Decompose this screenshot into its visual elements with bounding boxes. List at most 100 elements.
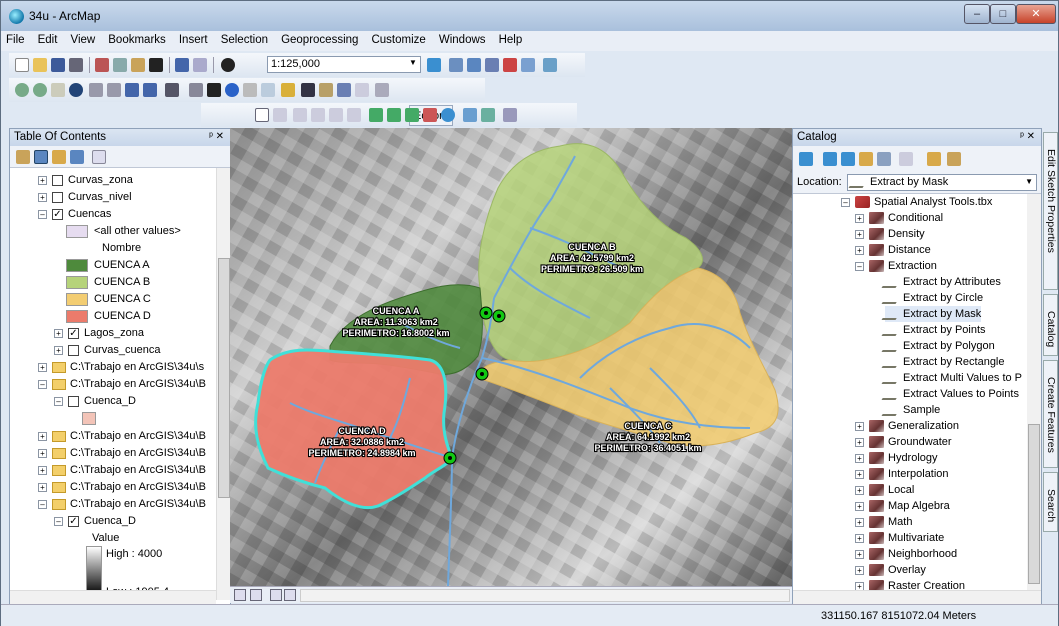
collapse-icon[interactable]: – bbox=[38, 209, 47, 219]
tree-item-multivariate[interactable]: + Multivariate bbox=[855, 530, 944, 546]
expand-icon[interactable]: + bbox=[855, 437, 864, 447]
tab-create-features[interactable]: Create Features bbox=[1043, 360, 1058, 468]
menu-help[interactable]: Help bbox=[494, 31, 528, 46]
expand-icon[interactable]: + bbox=[855, 581, 864, 590]
rotate-icon[interactable] bbox=[441, 108, 455, 122]
copy-icon[interactable] bbox=[113, 58, 127, 72]
expand-icon[interactable]: + bbox=[855, 229, 864, 239]
tree-item-extract-by-circle[interactable]: Extract by Circle bbox=[881, 290, 983, 306]
back-icon[interactable] bbox=[799, 152, 813, 166]
fixed-zoom-in-icon[interactable] bbox=[89, 83, 103, 97]
layer-lagos-zona[interactable]: + ✓ Lagos_zona bbox=[54, 325, 144, 341]
delete-icon[interactable] bbox=[149, 58, 163, 72]
visibility-checkbox[interactable] bbox=[68, 395, 79, 407]
expand-icon[interactable]: + bbox=[38, 448, 47, 458]
list-by-drawing-order-icon[interactable] bbox=[16, 150, 30, 164]
expand-icon[interactable]: + bbox=[855, 453, 864, 463]
list-by-selection-icon[interactable] bbox=[70, 150, 84, 164]
layer-cuencas[interactable]: – ✓ Cuencas bbox=[38, 206, 111, 222]
find-route-icon[interactable] bbox=[319, 83, 333, 97]
edit-annotation-icon[interactable] bbox=[273, 108, 287, 122]
tree-item-spatial-analyst-tools[interactable]: – Spatial Analyst Tools.tbx bbox=[841, 194, 992, 210]
source-folder[interactable]: + C:\Trabajo en ArcGIS\34u\s bbox=[38, 359, 204, 375]
source-folder[interactable]: + C:\Trabajo en ArcGIS\34u\B bbox=[38, 479, 206, 495]
arctoolbox-icon[interactable] bbox=[503, 58, 517, 72]
html-popup-icon[interactable] bbox=[261, 83, 275, 97]
menu-file[interactable]: File bbox=[1, 31, 30, 46]
search-window-icon[interactable] bbox=[485, 58, 499, 72]
collapse-icon[interactable]: – bbox=[38, 379, 47, 389]
layer-cuenca-d[interactable]: – Cuenca_D bbox=[54, 393, 136, 409]
visibility-checkbox[interactable]: ✓ bbox=[68, 515, 79, 527]
back-extent-icon[interactable] bbox=[125, 83, 139, 97]
endpoint-arc-icon[interactable] bbox=[311, 108, 325, 122]
tree-item-conditional[interactable]: + Conditional bbox=[855, 210, 943, 226]
layer-curvas-nivel[interactable]: + Curvas_nivel bbox=[38, 189, 132, 205]
tree-item-raster-creation[interactable]: + Raster Creation bbox=[855, 578, 965, 590]
maximize-button[interactable]: □ bbox=[990, 4, 1016, 24]
find-icon[interactable] bbox=[301, 83, 315, 97]
pan-icon[interactable] bbox=[51, 83, 65, 97]
hyperlink-icon[interactable] bbox=[243, 83, 257, 97]
cut-polygons-icon[interactable] bbox=[405, 108, 419, 122]
location-combo[interactable]: Extract by Mask ▼ bbox=[847, 174, 1037, 191]
menu-bookmarks[interactable]: Bookmarks bbox=[103, 31, 171, 46]
map-canvas[interactable]: CUENCA A AREA: 11.3063 km2 PERIMETRO: 16… bbox=[230, 128, 793, 586]
expand-icon[interactable]: + bbox=[38, 362, 47, 372]
tab-search[interactable]: Search bbox=[1043, 472, 1058, 532]
reshape-feature-icon[interactable] bbox=[387, 108, 401, 122]
expand-icon[interactable]: + bbox=[855, 469, 864, 479]
tree-item-neighborhood[interactable]: + Neighborhood bbox=[855, 546, 957, 562]
layer-curvas-cuenca[interactable]: + Curvas_cuenca bbox=[54, 342, 160, 358]
tree-item-distance[interactable]: + Distance bbox=[855, 242, 931, 258]
measure-icon[interactable] bbox=[281, 83, 295, 97]
expand-icon[interactable]: + bbox=[855, 501, 864, 511]
home-folder-icon[interactable] bbox=[859, 152, 873, 166]
new-folder-icon[interactable] bbox=[927, 152, 941, 166]
layer-cuenca-d-raster[interactable]: – ✓ Cuenca_D bbox=[54, 513, 136, 529]
collapse-icon[interactable]: – bbox=[855, 261, 864, 271]
expand-icon[interactable]: + bbox=[855, 549, 864, 559]
save-icon[interactable] bbox=[51, 58, 65, 72]
map-view[interactable]: CUENCA A AREA: 11.3063 km2 PERIMETRO: 16… bbox=[230, 128, 793, 586]
tree-item-map-algebra[interactable]: + Map Algebra bbox=[855, 498, 950, 514]
menu-geoprocessing[interactable]: Geoprocessing bbox=[276, 31, 363, 46]
close-button[interactable]: ✕ bbox=[1016, 4, 1056, 24]
cut-icon[interactable] bbox=[95, 58, 109, 72]
edit-vertices-icon[interactable] bbox=[369, 108, 383, 122]
tree-item-hydrology[interactable]: + Hydrology bbox=[855, 450, 938, 466]
tree-item-extract-by-points[interactable]: Extract by Points bbox=[881, 322, 986, 338]
add-data-icon[interactable] bbox=[221, 58, 235, 72]
map-horizontal-scrollbar[interactable] bbox=[300, 589, 790, 602]
full-extent-icon[interactable] bbox=[69, 83, 83, 97]
catalog-horizontal-scrollbar[interactable] bbox=[793, 590, 1041, 604]
tree-item-extract-by-polygon[interactable]: Extract by Polygon bbox=[881, 338, 995, 354]
collapse-icon[interactable]: – bbox=[38, 499, 47, 509]
menu-view[interactable]: View bbox=[65, 31, 100, 46]
tree-item-extract-values-to-points[interactable]: Extract Values to Points bbox=[881, 386, 1019, 402]
tree-item-extract-by-rectangle[interactable]: Extract by Rectangle bbox=[881, 354, 1005, 370]
straight-segment-icon[interactable] bbox=[293, 108, 307, 122]
attributes-icon[interactable] bbox=[463, 108, 477, 122]
source-folder[interactable]: + C:\Trabajo en ArcGIS\34u\B bbox=[38, 428, 206, 444]
sketch-properties-icon[interactable] bbox=[481, 108, 495, 122]
menu-selection[interactable]: Selection bbox=[216, 31, 273, 46]
visibility-checkbox[interactable]: ✓ bbox=[68, 327, 79, 339]
expand-icon[interactable]: + bbox=[855, 517, 864, 527]
views-icon[interactable] bbox=[899, 152, 913, 166]
menu-insert[interactable]: Insert bbox=[174, 31, 213, 46]
source-folder[interactable]: + C:\Trabajo en ArcGIS\34u\B bbox=[38, 462, 206, 478]
toggle-contents-icon[interactable] bbox=[947, 152, 961, 166]
tree-item-groundwater[interactable]: + Groundwater bbox=[855, 434, 952, 450]
expand-icon[interactable]: + bbox=[54, 345, 63, 355]
pause-drawing-icon[interactable] bbox=[284, 589, 296, 601]
select-features-icon[interactable] bbox=[165, 83, 179, 97]
tree-item-extract-by-attributes[interactable]: Extract by Attributes bbox=[881, 274, 1001, 290]
split-tool-icon[interactable] bbox=[423, 108, 437, 122]
create-viewer-window-icon[interactable] bbox=[375, 83, 389, 97]
tree-item-extraction[interactable]: – Extraction bbox=[855, 258, 937, 274]
minimize-button[interactable]: – bbox=[964, 4, 990, 24]
expand-icon[interactable]: + bbox=[855, 213, 864, 223]
identify-icon[interactable] bbox=[225, 83, 239, 97]
point-icon[interactable] bbox=[347, 108, 361, 122]
